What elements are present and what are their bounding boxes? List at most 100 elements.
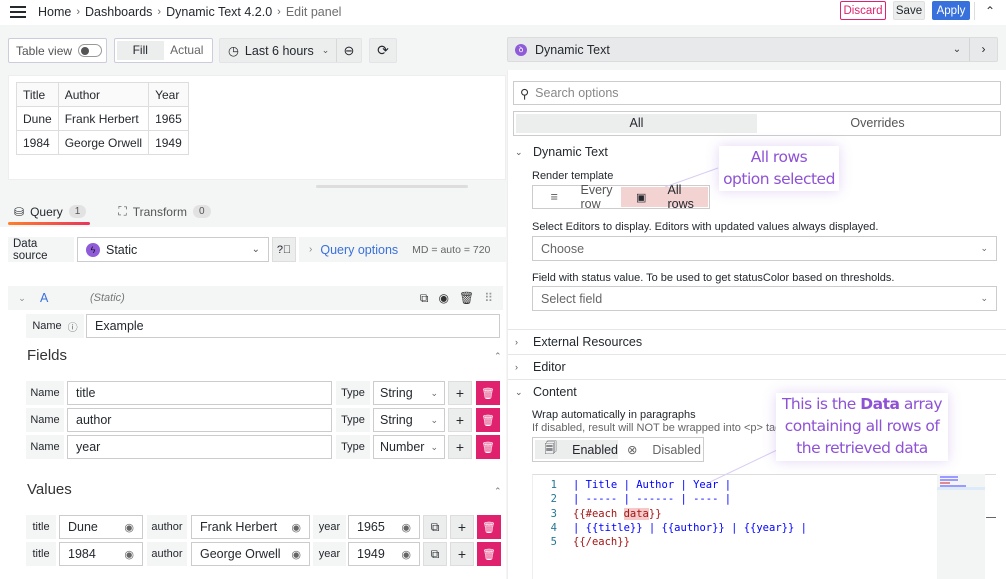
- code-content[interactable]: 1 | Title | Author | Year | 2 | ----- | ---…: [533, 478, 807, 549]
- callout-all-rows: All rows option selected: [719, 146, 839, 191]
- duplicate-icon: ⧉: [430, 546, 440, 561]
- toggle-switch[interactable]: [78, 44, 103, 57]
- fill-button[interactable]: Fill: [117, 41, 164, 60]
- delete-field-button[interactable]: 🗑: [476, 435, 500, 459]
- transform-icon: ⛶: [118, 204, 127, 218]
- eye-icon[interactable]: ◉: [438, 291, 448, 306]
- value-year-input[interactable]: 1965 ◉: [348, 515, 420, 539]
- overrides-tab[interactable]: Overrides: [757, 114, 998, 133]
- code-line[interactable]: 2 | ----- | ------ | ---- |: [533, 492, 807, 506]
- search-options-input[interactable]: ⚲ Search options: [513, 81, 1001, 105]
- field-type-select[interactable]: String ⌄: [373, 408, 445, 432]
- editors-select[interactable]: Choose ⌄: [532, 236, 997, 261]
- save-button[interactable]: Save: [893, 1, 925, 20]
- eye-icon[interactable]: ◉: [124, 548, 134, 561]
- add-field-button[interactable]: +: [448, 408, 472, 432]
- section-editor[interactable]: › Editor: [515, 360, 566, 374]
- help-button[interactable]: ?⃝: [272, 237, 296, 262]
- minimap-line: [940, 482, 950, 484]
- chevron-up-icon[interactable]: ⌃: [980, 3, 1000, 19]
- enabled-option[interactable]: 🗐 Enabled: [535, 440, 618, 459]
- breadcrumb-home[interactable]: Home: [38, 5, 71, 19]
- delete-row-button[interactable]: 🗑: [477, 542, 501, 566]
- query-options-label[interactable]: Query options: [320, 243, 398, 257]
- value-year-input[interactable]: 1949 ◉: [348, 542, 420, 566]
- query-options[interactable]: › Query options MD = auto = 720: [299, 237, 506, 262]
- tab-query[interactable]: ⛁ Query 1: [8, 200, 91, 225]
- refresh-button[interactable]: ⟳: [369, 38, 397, 63]
- time-picker[interactable]: ◷ Last 6 hours ⌄ ⊖: [219, 38, 362, 63]
- table-view-toggle[interactable]: Table view: [8, 38, 107, 63]
- field-type-value: String: [380, 413, 413, 427]
- drag-handle-icon[interactable]: ⠿: [484, 291, 493, 306]
- field-type-select[interactable]: Number ⌄: [373, 435, 445, 459]
- discard-button[interactable]: Discard: [840, 1, 886, 20]
- chevron-down-icon[interactable]: ⌄: [12, 293, 32, 304]
- add-field-button[interactable]: +: [448, 381, 472, 405]
- delete-field-button[interactable]: 🗑: [476, 381, 500, 405]
- field-type-select[interactable]: String ⌄: [373, 381, 445, 405]
- actual-button[interactable]: Actual: [164, 41, 211, 60]
- name-input[interactable]: Example: [86, 314, 500, 338]
- delete-row-button[interactable]: 🗑: [477, 515, 501, 539]
- code-line[interactable]: 4 | {{title}} | {{author}} | {{year}} |: [533, 521, 807, 535]
- query-ref-id[interactable]: A: [40, 291, 80, 305]
- duplicate-row-button[interactable]: ⧉: [423, 515, 447, 539]
- field-name-input[interactable]: title: [67, 381, 332, 405]
- section-content[interactable]: ⌄ Content: [515, 385, 577, 399]
- add-field-button[interactable]: +: [448, 435, 472, 459]
- add-row-button[interactable]: +: [450, 515, 474, 539]
- query-row-header[interactable]: ⌄ A (Static) ⧉ ◉ 🗑 ⠿: [8, 286, 503, 310]
- eye-icon[interactable]: ◉: [401, 521, 411, 534]
- chevron-right-icon[interactable]: ›: [969, 38, 997, 61]
- value-text: 1965: [357, 520, 385, 534]
- every-row-option[interactable]: ≡ Every row: [534, 183, 621, 211]
- breadcrumb-dashboards[interactable]: Dashboards: [85, 5, 152, 19]
- add-row-button[interactable]: +: [450, 542, 474, 566]
- field-name-input[interactable]: author: [67, 408, 332, 432]
- list-icon: ≡: [550, 190, 558, 204]
- duplicate-row-button[interactable]: ⧉: [423, 542, 447, 566]
- eye-icon[interactable]: ◉: [401, 548, 411, 561]
- table-cell: Frank Herbert: [57, 106, 150, 131]
- value-text: 1949: [357, 547, 385, 561]
- eye-icon[interactable]: ◉: [291, 521, 301, 534]
- section-external-resources[interactable]: › External Resources: [515, 335, 642, 349]
- value-author-input[interactable]: Frank Herbert ◉: [191, 515, 310, 539]
- line-number: 1: [550, 479, 557, 491]
- code-editor[interactable]: 1 | Title | Author | Year | 2 | ----- | ---…: [532, 474, 996, 579]
- delete-field-button[interactable]: 🗑: [476, 408, 500, 432]
- eye-icon[interactable]: ◉: [291, 548, 301, 561]
- value-title-input[interactable]: 1984 ◉: [59, 542, 143, 566]
- value-title-input[interactable]: Dune ◉: [59, 515, 143, 539]
- eye-icon[interactable]: ◉: [124, 521, 134, 534]
- editor-minimap[interactable]: [937, 474, 985, 579]
- code-line[interactable]: 3 {{#each data}}: [533, 507, 807, 521]
- duplicate-icon[interactable]: ⧉: [420, 291, 429, 306]
- apply-button[interactable]: Apply: [932, 1, 970, 20]
- code-line[interactable]: 1 | Title | Author | Year |: [533, 478, 807, 492]
- chevron-down-icon: ⌄: [430, 387, 438, 398]
- chevron-up-icon[interactable]: ⌃: [494, 351, 502, 362]
- field-name-input[interactable]: year: [67, 435, 332, 459]
- all-rows-option[interactable]: ▣ All rows: [621, 183, 708, 211]
- zoom-out-icon[interactable]: ⊖: [337, 43, 361, 59]
- disabled-option[interactable]: ⊗ Disabled: [618, 440, 701, 459]
- horizontal-scrollbar[interactable]: [316, 185, 468, 188]
- chevron-down-icon[interactable]: ⌄: [945, 44, 969, 55]
- breadcrumb-dashboard[interactable]: Dynamic Text 4.2.0: [166, 5, 272, 19]
- chevron-up-icon[interactable]: ⌃: [494, 486, 502, 497]
- visualization-picker[interactable]: ꝺ Dynamic Text ⌄ ›: [507, 37, 998, 62]
- chevron-down-icon: ⌄: [515, 386, 523, 397]
- section-dynamic-text[interactable]: ⌄ Dynamic Text: [515, 145, 608, 159]
- vertical-scrollbar[interactable]: [986, 517, 996, 518]
- trash-icon: 🗑: [482, 521, 496, 534]
- trash-icon[interactable]: 🗑: [459, 291, 474, 306]
- code-line[interactable]: 5 {{/each}}: [533, 535, 807, 549]
- status-field-select[interactable]: Select field ⌄: [532, 286, 997, 311]
- all-tab[interactable]: All: [516, 114, 757, 133]
- menu-icon[interactable]: [10, 6, 26, 18]
- value-author-input[interactable]: George Orwell ◉: [191, 542, 310, 566]
- tab-transform[interactable]: ⛶ Transform 0: [112, 200, 214, 225]
- data-source-select[interactable]: ϟ Static ⌄: [77, 237, 269, 262]
